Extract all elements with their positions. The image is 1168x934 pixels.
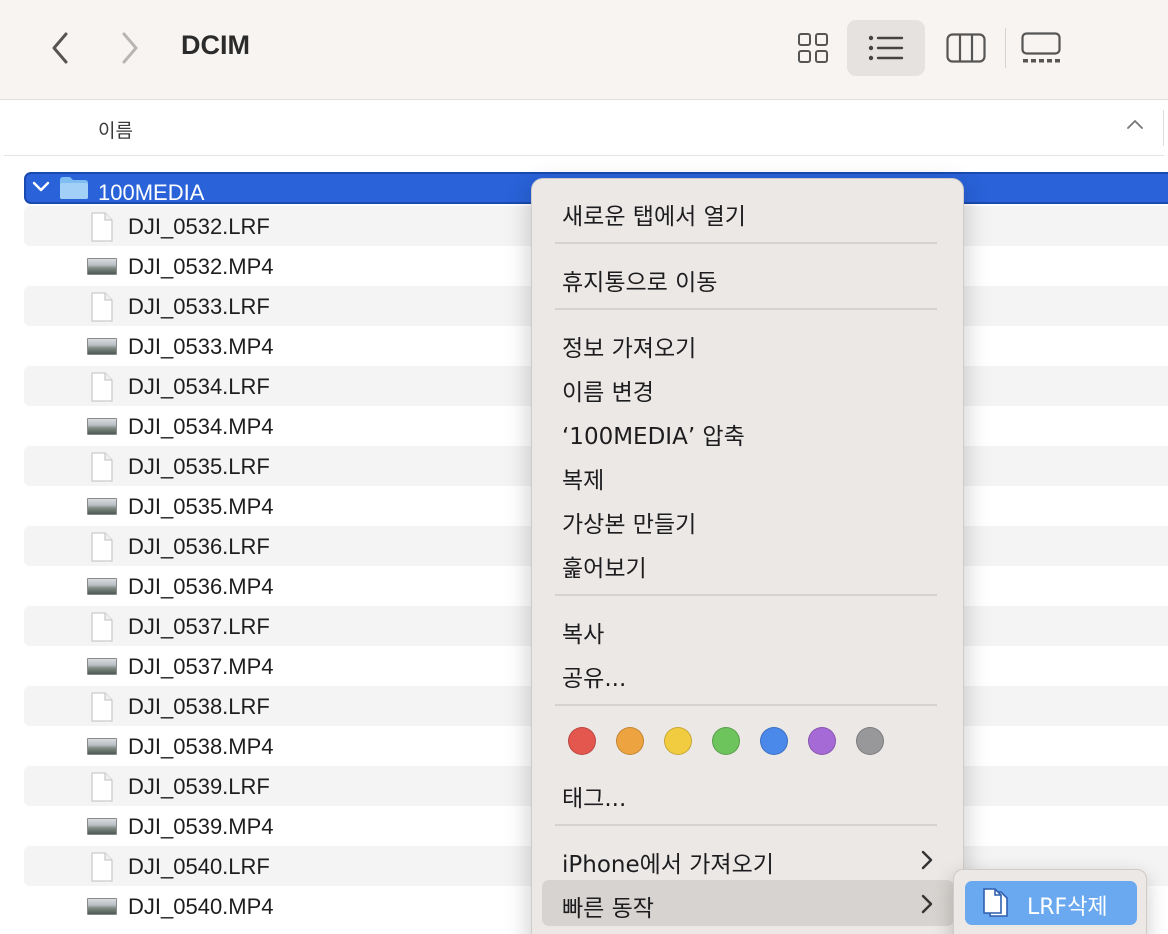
tag-color-dot[interactable]: [808, 727, 836, 755]
document-icon: [91, 212, 113, 242]
video-thumbnail-icon: [87, 578, 117, 595]
chevron-down-icon[interactable]: [32, 180, 50, 194]
tag-color-dot[interactable]: [712, 727, 740, 755]
file-name: DJI_0539.LRF: [128, 774, 270, 799]
context-menu: 새로운 탭에서 열기 휴지통으로 이동 정보 가져오기 이름 변경 ‘100ME…: [531, 178, 964, 934]
menu-item-quick-look[interactable]: 훑어보기: [562, 549, 647, 583]
column-divider: [1163, 110, 1164, 146]
chevron-left-icon: [52, 32, 68, 64]
forward-button[interactable]: [112, 28, 148, 68]
back-button[interactable]: [42, 28, 78, 68]
video-thumbnail-icon: [87, 658, 117, 675]
chevron-right-icon: [921, 894, 933, 914]
file-name: DJI_0533.LRF: [128, 294, 270, 319]
column-view-button[interactable]: [940, 20, 992, 76]
menu-separator: [555, 704, 937, 706]
gallery-view-button[interactable]: [1014, 20, 1068, 76]
file-name: DJI_0534.MP4: [128, 414, 274, 439]
document-icon: [91, 612, 113, 642]
toolbar: DCIM: [0, 0, 1168, 100]
file-name: DJI_0535.LRF: [128, 454, 270, 479]
toolbar-divider: [1005, 28, 1006, 68]
menu-item-tags[interactable]: 태그...: [562, 779, 626, 813]
document-icon: [91, 772, 113, 802]
document-icon: [91, 852, 113, 882]
file-name: DJI_0532.LRF: [128, 214, 270, 239]
file-name: DJI_0539.MP4: [128, 814, 274, 839]
document-icon: [91, 292, 113, 322]
chevron-right-icon: [122, 32, 138, 64]
file-name: DJI_0540.LRF: [128, 854, 270, 879]
menu-item-get-info[interactable]: 정보 가져오기: [562, 329, 696, 363]
file-name: DJI_0540.MP4: [128, 894, 274, 919]
quick-actions-submenu: LRF삭제: [953, 869, 1147, 934]
gallery-icon: [1021, 32, 1061, 63]
menu-item-share[interactable]: 공유...: [562, 659, 626, 693]
document-icon: [91, 532, 113, 562]
column-header: 이름: [4, 100, 1164, 156]
tag-color-dot[interactable]: [664, 727, 692, 755]
document-icon: [91, 692, 113, 722]
file-name: DJI_0534.LRF: [128, 374, 270, 399]
video-thumbnail-icon: [87, 418, 117, 435]
video-thumbnail-icon: [87, 898, 117, 915]
icon-view-button[interactable]: [788, 20, 838, 76]
video-thumbnail-icon: [87, 338, 117, 355]
tag-color-dot[interactable]: [856, 727, 884, 755]
menu-item-make-alias[interactable]: 가상본 만들기: [562, 505, 696, 539]
menu-item-rename[interactable]: 이름 변경: [562, 373, 654, 407]
video-thumbnail-icon: [87, 738, 117, 755]
file-name: DJI_0536.LRF: [128, 534, 270, 559]
menu-item-move-to-trash[interactable]: 휴지통으로 이동: [562, 263, 717, 297]
tag-color-dot[interactable]: [568, 727, 596, 755]
chevron-right-icon: [921, 850, 933, 870]
document-icon: [983, 888, 1008, 917]
file-name: DJI_0533.MP4: [128, 334, 274, 359]
submenu-item-lrf-delete[interactable]: LRF삭제: [965, 881, 1137, 925]
folder-icon: [60, 177, 88, 199]
folder-name: 100MEDIA: [98, 180, 205, 205]
file-name: DJI_0538.MP4: [128, 734, 274, 759]
video-thumbnail-icon: [87, 258, 117, 275]
submenu-item-label: LRF삭제: [1027, 895, 1108, 920]
menu-item-import-from-iphone[interactable]: iPhone에서 가져오기: [562, 845, 774, 879]
file-name: DJI_0535.MP4: [128, 494, 274, 519]
menu-item-duplicate[interactable]: 복제: [562, 461, 604, 495]
file-name: DJI_0538.LRF: [128, 694, 270, 719]
file-name: DJI_0537.LRF: [128, 614, 270, 639]
video-thumbnail-icon: [87, 818, 117, 835]
menu-separator: [555, 242, 937, 244]
tag-color-dot[interactable]: [760, 727, 788, 755]
window-title: DCIM: [181, 30, 250, 60]
document-icon: [91, 372, 113, 402]
grid-icon: [798, 33, 828, 63]
file-name: DJI_0537.MP4: [128, 654, 274, 679]
document-icon: [91, 452, 113, 482]
menu-separator: [555, 594, 937, 596]
file-name: DJI_0532.MP4: [128, 254, 274, 279]
menu-item-copy[interactable]: 복사: [562, 615, 604, 649]
list-view-button[interactable]: [847, 20, 925, 76]
menu-item-quick-actions[interactable]: 빠른 동작: [562, 889, 654, 923]
columns-icon: [946, 33, 986, 63]
chevron-up-icon[interactable]: [1126, 118, 1144, 130]
menu-separator: [555, 824, 937, 826]
menu-item-open-new-tab[interactable]: 새로운 탭에서 열기: [562, 197, 746, 231]
tag-color-dot[interactable]: [616, 727, 644, 755]
list-icon: [868, 35, 904, 61]
menu-item-compress[interactable]: ‘100MEDIA’ 압축: [562, 417, 745, 451]
name-column-header[interactable]: 이름: [98, 116, 133, 143]
menu-separator: [555, 308, 937, 310]
file-name: DJI_0536.MP4: [128, 574, 274, 599]
video-thumbnail-icon: [87, 498, 117, 515]
